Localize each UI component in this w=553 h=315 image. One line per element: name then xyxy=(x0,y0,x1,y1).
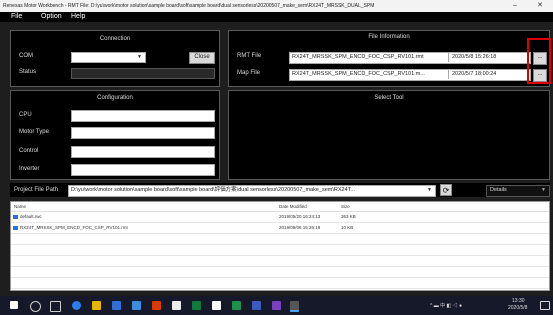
column-size[interactable]: Size xyxy=(341,204,350,209)
project-path-bar: Project File Path D:\yu\work\motor solut… xyxy=(10,183,550,197)
notification-icon[interactable] xyxy=(540,301,550,310)
pdf-icon[interactable] xyxy=(152,301,161,310)
com-label: COM xyxy=(19,53,33,59)
empty-row xyxy=(11,278,549,289)
rmt-file-value: RX24T_MRSSK_SPM_ENCD_FOC_CSP_RV101.rmt xyxy=(292,54,424,60)
close-connection-button[interactable]: Close xyxy=(189,52,215,64)
project-path-value: D:\yu\work\motor solution\sample board\s… xyxy=(71,187,355,193)
status-label: Status xyxy=(19,69,37,75)
folder-icon[interactable] xyxy=(92,301,101,310)
app-icon[interactable] xyxy=(252,301,261,310)
configuration-panel: Configuration CPU Motor Type Control Inv… xyxy=(10,90,220,180)
file-size: 363 KB xyxy=(341,214,356,219)
motor-workbench-icon[interactable] xyxy=(290,301,299,312)
minimize-button[interactable]: – xyxy=(507,0,523,12)
refresh-icon[interactable]: ⟳ xyxy=(440,184,452,196)
control-label: Control xyxy=(19,148,39,154)
motor-type-label: Motor Type xyxy=(19,129,49,135)
file-icon xyxy=(13,226,18,230)
chevron-down-icon: ▼ xyxy=(137,54,142,60)
view-option-select[interactable]: Details ▼ xyxy=(486,185,550,197)
chevron-down-icon: ▼ xyxy=(541,187,546,193)
empty-row xyxy=(11,267,549,278)
file-name: RX24T_MRSSK_SPM_ENCD_FOC_CSP_RV101.rmt xyxy=(20,225,128,230)
control-field[interactable] xyxy=(71,146,215,158)
outlook-icon[interactable] xyxy=(112,301,121,310)
column-name[interactable]: Name xyxy=(14,204,26,209)
map-file-field[interactable]: RX24T_MRSSK_SPM_ENCD_FOC_CSP_RV101.m... … xyxy=(289,69,531,81)
file-information-panel: File Information RMT File RX24T_MRSSK_SP… xyxy=(228,30,550,87)
motor-type-field[interactable] xyxy=(71,127,215,139)
window-title: Renesas Motor Workbench - RMT File: D:\y… xyxy=(3,3,375,9)
file-icon xyxy=(13,215,18,219)
app-icon[interactable] xyxy=(132,301,141,310)
configuration-title: Configuration xyxy=(97,95,133,101)
cpu-field[interactable] xyxy=(71,110,215,122)
title-bar: Renesas Motor Workbench - RMT File: D:\y… xyxy=(0,0,553,12)
menu-file[interactable]: File xyxy=(8,12,25,22)
file-date: 2019/09/08 15:26:18 xyxy=(279,225,321,230)
taskbar: ^ ▬ 中 ◧ ◁ ● 13:30 2020/5/8 xyxy=(0,296,553,315)
app-icon[interactable] xyxy=(192,301,201,310)
status-field xyxy=(71,68,215,79)
menu-help[interactable]: Help xyxy=(68,12,88,22)
app-icon[interactable] xyxy=(172,301,181,310)
app-icon[interactable] xyxy=(212,301,221,310)
highlight-box xyxy=(527,38,551,84)
inverter-field[interactable] xyxy=(71,164,215,176)
column-date-modified[interactable]: Date Modified xyxy=(279,204,307,209)
app-icon[interactable] xyxy=(272,301,281,310)
rmt-file-field[interactable]: RX24T_MRSSK_SPM_ENCD_FOC_CSP_RV101.rmt 2… xyxy=(289,52,531,64)
chevron-down-icon: ▼ xyxy=(427,187,432,193)
file-list: Name Date Modified Size default.rwc 2019… xyxy=(10,201,550,291)
start-icon[interactable] xyxy=(10,301,18,309)
connection-panel: Connection COM ▼ Close Status xyxy=(10,30,220,87)
taskbar-time: 13:30 xyxy=(512,298,525,304)
connection-title: Connection xyxy=(99,36,131,42)
rmt-file-date: 2020/5/8 15:26:18 xyxy=(448,53,496,62)
cpu-label: CPU xyxy=(19,112,32,118)
close-button[interactable]: ✕ xyxy=(532,0,548,12)
map-file-date: 2020/5/7 18:00:24 xyxy=(448,70,496,79)
file-information-title: File Information xyxy=(368,34,410,40)
empty-row xyxy=(11,234,549,245)
taskbar-date: 2020/5/8 xyxy=(508,305,528,311)
app-icon[interactable] xyxy=(232,301,241,310)
menu-bar: File Option Help xyxy=(0,12,553,22)
select-tool-panel: Select Tool xyxy=(228,90,550,180)
file-name: default.rwc xyxy=(20,214,42,219)
empty-row xyxy=(11,256,549,267)
edge-icon[interactable] xyxy=(72,301,81,310)
empty-row xyxy=(11,245,549,256)
task-view-icon[interactable] xyxy=(50,301,61,312)
view-option-value: Details xyxy=(490,187,507,193)
file-row[interactable]: default.rwc 2019/05/20 16:24:13 363 KB xyxy=(11,212,549,223)
com-select[interactable]: ▼ xyxy=(71,52,146,63)
file-list-header: Name Date Modified Size xyxy=(11,202,549,212)
system-tray-icons[interactable]: ^ ▬ 中 ◧ ◁ ● xyxy=(430,302,462,309)
menu-option[interactable]: Option xyxy=(38,12,65,22)
rmt-file-label: RMT File xyxy=(237,53,262,59)
file-row[interactable]: RX24T_MRSSK_SPM_ENCD_FOC_CSP_RV101.rmt 2… xyxy=(11,223,549,234)
inverter-label: Inverter xyxy=(19,166,40,172)
map-file-label: Map File xyxy=(237,70,261,76)
map-file-value: RX24T_MRSSK_SPM_ENCD_FOC_CSP_RV101.m... xyxy=(292,71,425,77)
project-path-select[interactable]: D:\yu\work\motor solution\sample board\s… xyxy=(68,185,436,197)
project-file-path-label: Project File Path xyxy=(14,187,59,193)
file-date: 2019/05/20 16:24:13 xyxy=(279,214,321,219)
select-tool-title: Select Tool xyxy=(374,95,404,101)
search-icon[interactable] xyxy=(30,301,41,312)
file-size: 10 KB xyxy=(341,225,354,230)
